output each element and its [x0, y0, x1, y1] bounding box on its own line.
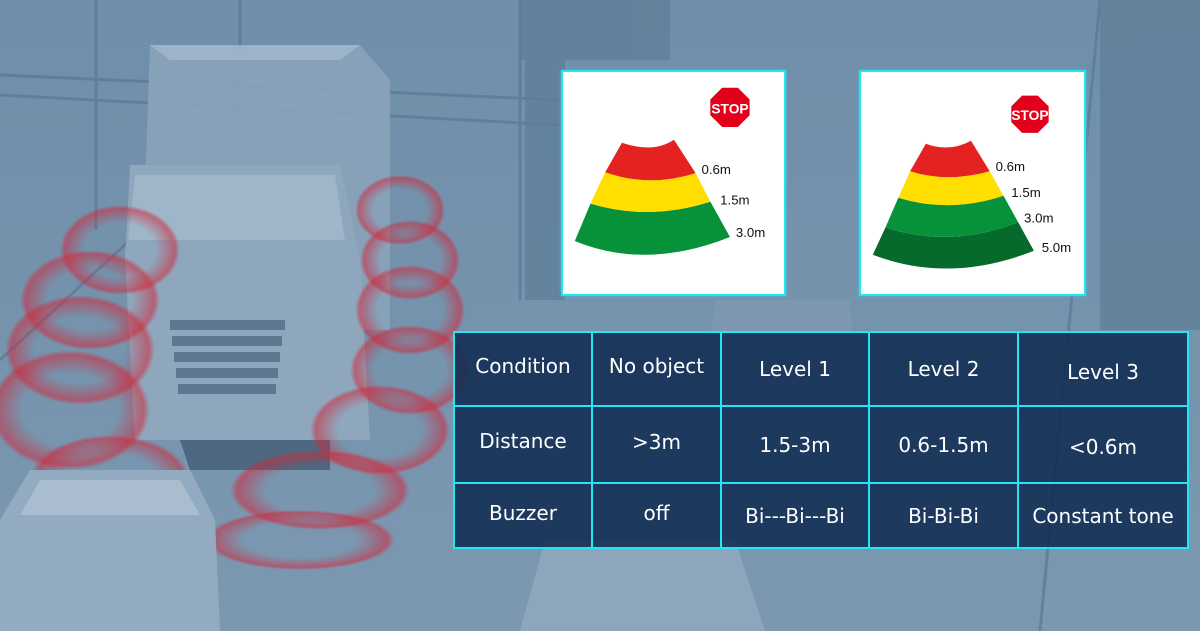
table-row-distance: Distance >3m 1.5-3m 0.6-1.5m <0.6m: [455, 405, 1187, 484]
stop-sign: STOP: [1011, 95, 1049, 133]
row-header-condition: Condition: [455, 333, 593, 407]
table-cell: Level 1: [720, 333, 870, 407]
table-cell: 1.5-3m: [720, 405, 870, 484]
zone-label-0-6m: 0.6m: [996, 159, 1025, 174]
zone-label-3-0m: 3.0m: [736, 225, 765, 240]
table-cell: Bi-Bi-Bi: [868, 482, 1019, 547]
table-row-buzzer: Buzzer off Bi---Bi---Bi Bi-Bi-Bi Constan…: [455, 482, 1187, 547]
zone-red: [605, 139, 696, 181]
stop-sign: STOP: [710, 87, 750, 128]
stop-sign-text: STOP: [711, 101, 748, 116]
zone-label-5-0m: 5.0m: [1042, 240, 1071, 255]
car-bottom-left: [0, 470, 220, 631]
table-cell: No object: [591, 333, 722, 407]
table-cell: Bi---Bi---Bi: [720, 482, 870, 547]
table-cell: Level 3: [1017, 333, 1187, 407]
table-cell: 0.6-1.5m: [868, 405, 1019, 484]
zone-red: [910, 140, 990, 178]
zone-label-1-5m: 1.5m: [1011, 185, 1040, 200]
row-header-distance: Distance: [455, 405, 593, 484]
table-cell: off: [591, 482, 722, 547]
stop-sign-text: STOP: [1011, 108, 1048, 123]
zone-label-0-6m: 0.6m: [701, 162, 730, 177]
table-cell: <0.6m: [1017, 405, 1187, 484]
sensor-diagram-3-zones: STOP 0.6m 1.5m 3.0m: [561, 70, 786, 296]
zone-diagram: STOP 0.6m 1.5m 3.0m: [574, 87, 765, 255]
sensor-diagram-4-zones: STOP 0.6m 1.5m 3.0m 5.0m: [859, 70, 1086, 296]
table-cell: >3m: [591, 405, 722, 484]
zone-diagram: STOP 0.6m 1.5m 3.0m 5.0m: [872, 95, 1071, 269]
zone-label-1-5m: 1.5m: [720, 193, 749, 208]
car-bottom-center: [520, 540, 765, 631]
table-cell: Level 2: [868, 333, 1019, 407]
table-row-condition: Condition No object Level 1 Level 2 Leve…: [455, 333, 1187, 407]
row-header-buzzer: Buzzer: [455, 482, 593, 547]
zone-label-3-0m: 3.0m: [1024, 210, 1053, 225]
table-cell: Constant tone: [1017, 482, 1187, 547]
sensor-levels-table: Condition No object Level 1 Level 2 Leve…: [453, 331, 1189, 549]
